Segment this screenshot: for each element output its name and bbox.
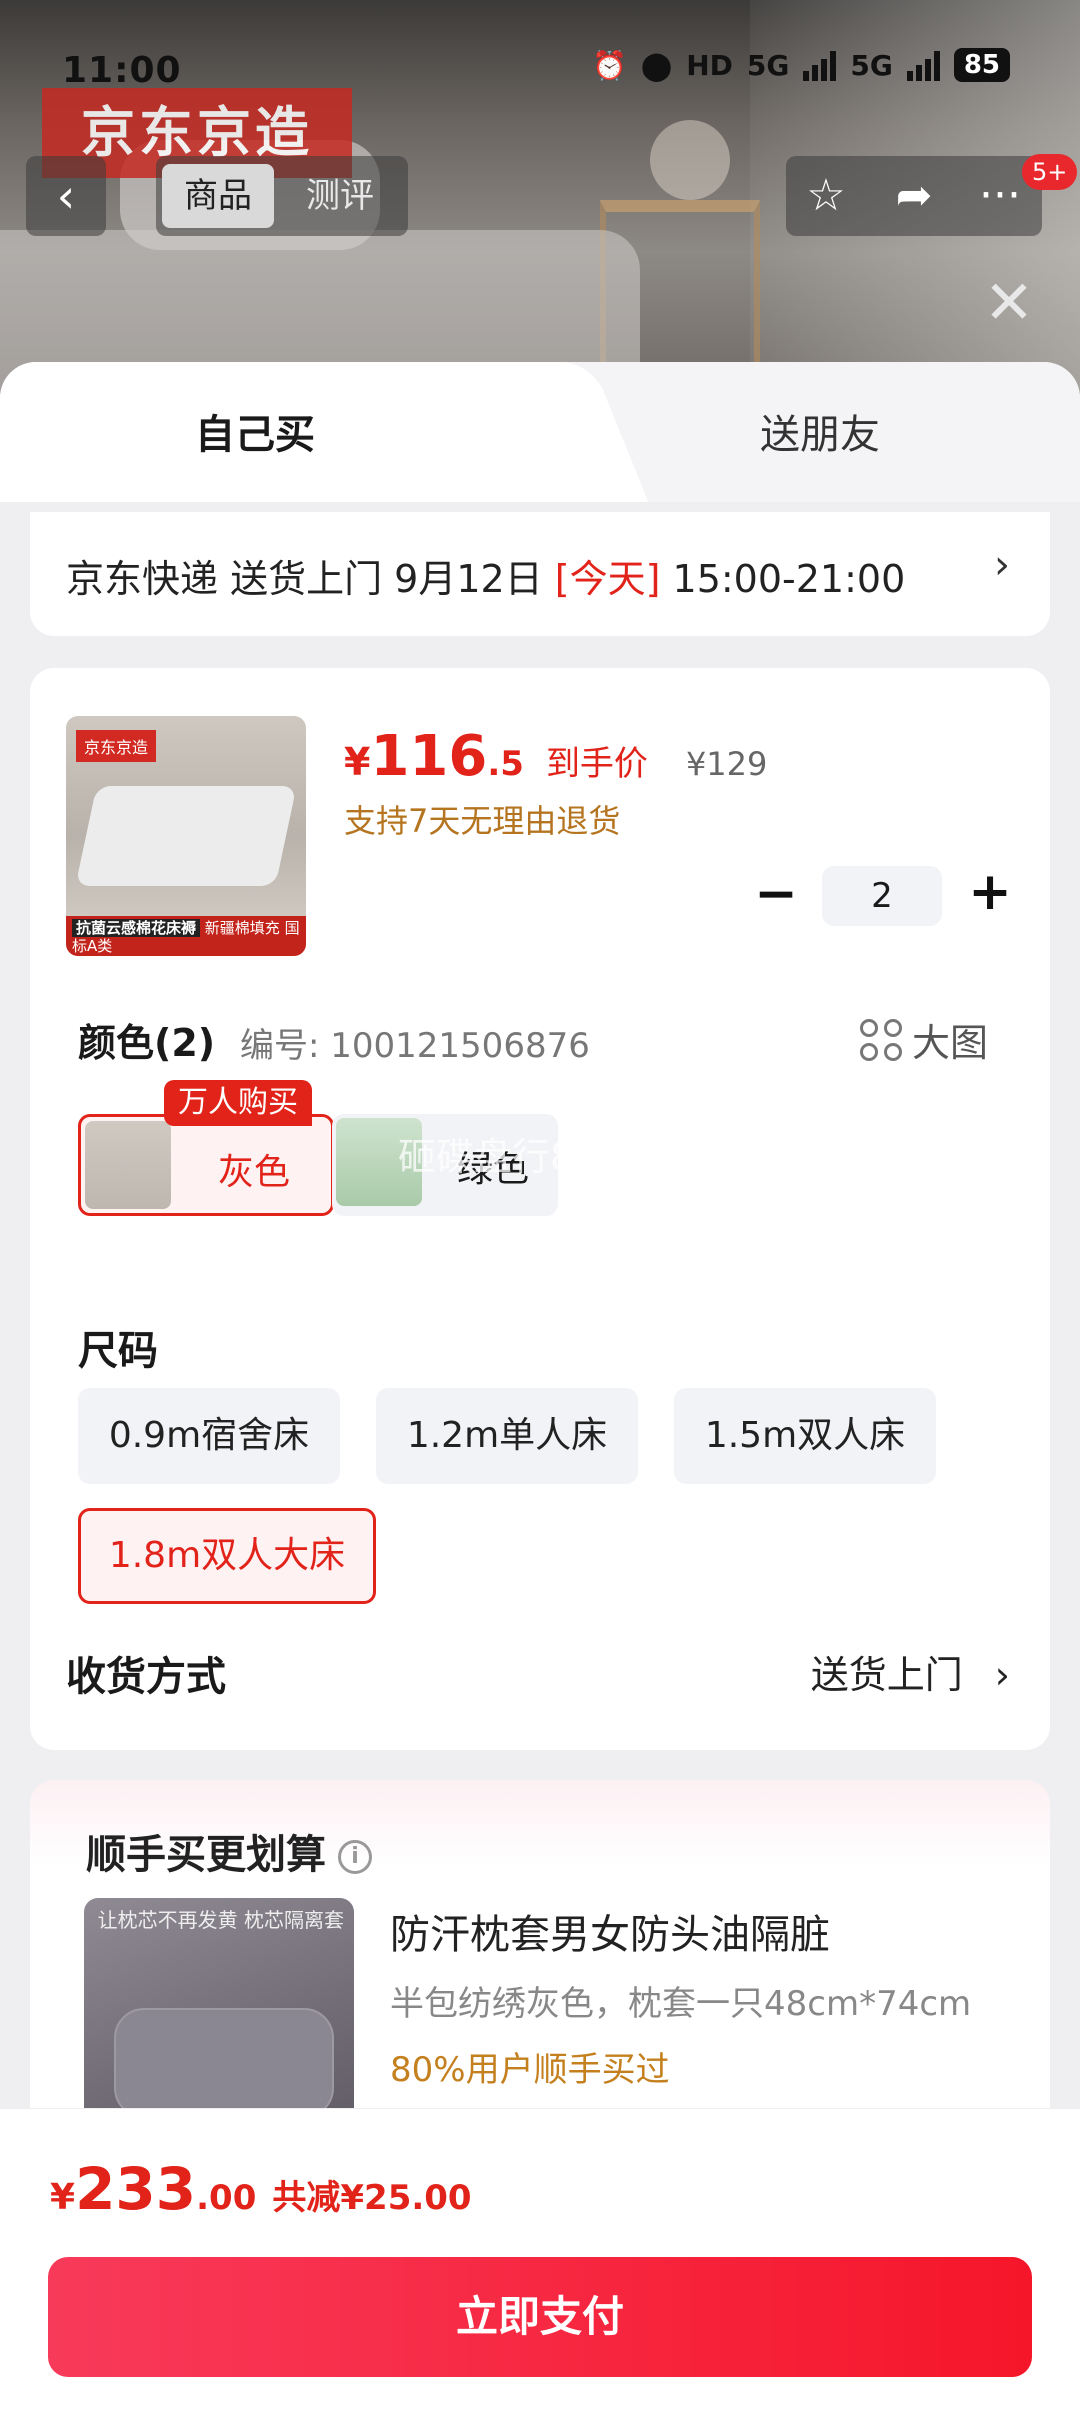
location-icon: ⬤ [640, 48, 673, 82]
back-button[interactable]: ‹ [26, 156, 106, 236]
battery-icon: 85 [953, 48, 1010, 82]
tab-review[interactable]: 测评 [284, 164, 396, 228]
product-thumbnail[interactable]: 京东京造 抗菌云感棉花床褥 新疆棉填充 国标A类 [66, 716, 306, 956]
size-option-1-5m[interactable]: 1.5m双人床 [674, 1388, 936, 1484]
tab-buy-self[interactable]: 自己买 [0, 362, 560, 502]
delivery-info-row[interactable]: 京东快递 送货上门 9月12日 [今天] 15:00-21:00 › [30, 512, 1050, 636]
lamp-graphic [650, 120, 730, 200]
popular-tag: 万人购买 [164, 1080, 312, 1126]
signal-icon [803, 49, 837, 81]
price-decimal: .5 [487, 744, 524, 784]
alarm-icon: ⏰ [591, 48, 627, 82]
info-icon[interactable]: i [338, 1840, 372, 1874]
star-icon[interactable]: ☆ [786, 156, 866, 236]
pillowcase-graphic [114, 2008, 334, 2118]
thumbnail-tag-left: 抗菌云感棉花床褥 [72, 919, 201, 937]
total-decimal: .00 [196, 2178, 257, 2218]
share-icon[interactable]: ➦ [874, 156, 954, 236]
color-section-title: 颜色(2) [78, 1021, 216, 1065]
bundle-product-name[interactable]: 防汗枕套男女防头油隔脏 [390, 1902, 830, 1960]
color-option-gray-label: 灰色 [217, 1152, 290, 1193]
watermark: 砸碟盘行88 [398, 1135, 599, 1179]
bundle-product-spec: 半包纺绣灰色，枕套一只48cm*74cm [390, 1984, 972, 2024]
color-option-gray[interactable]: 灰色 [78, 1114, 334, 1216]
total-integer: 233 [75, 2155, 197, 2223]
chevron-right-icon: › [994, 542, 1010, 588]
thumbnail-logo: 京东京造 [76, 730, 157, 762]
total-price-row: ¥ 233 .00 共减¥25.00 [50, 2155, 472, 2223]
tab-gift-friend[interactable]: 送朋友 [600, 402, 1040, 460]
size-option-0-9m[interactable]: 0.9m宿舍床 [78, 1388, 340, 1484]
thumbnail-tag: 抗菌云感棉花床褥 新疆棉填充 国标A类 [66, 916, 306, 956]
quantity-field[interactable]: 2 [822, 866, 942, 926]
status-icons: ⏰ ⬤ HD 5G 5G 85 [592, 48, 1010, 82]
size-option-1-8m[interactable]: 1.8m双人大床 [78, 1508, 376, 1604]
price-row: ¥ 116 .5 到手价 ¥129 [344, 724, 767, 789]
receive-method-value[interactable]: 送货上门 › [811, 1644, 1010, 1699]
size-option-1-2m[interactable]: 1.2m单人床 [376, 1388, 638, 1484]
quantity-increase-button[interactable]: + [960, 864, 1020, 924]
bundle-social-proof: 80%用户顺手买过 [390, 2050, 670, 2090]
bundle-image-caption: 让枕芯不再发黄 枕芯隔离套 [97, 1908, 344, 1932]
chevron-right-icon: › [994, 1653, 1010, 1697]
product-config-card: 京东京造 抗菌云感棉花床褥 新疆棉填充 国标A类 ¥ 116 .5 到手价 ¥1… [30, 668, 1050, 1750]
big-image-button[interactable]: 大图 [860, 1012, 988, 1067]
bundle-title-text: 顺手买更划算 [86, 1832, 326, 1878]
sku-number: 编号: 100121506876 [240, 1026, 590, 1066]
quantity-decrease-button[interactable]: − [746, 866, 806, 926]
purchase-mode-tabs: 自己买 送朋友 [0, 362, 1080, 502]
notification-badge: 5+ [1022, 154, 1078, 190]
checkout-footer: ¥ 233 .00 共减¥25.00 立即支付 [0, 2108, 1080, 2412]
total-savings: 共减¥25.00 [272, 2178, 472, 2218]
purchase-sheet: 自己买 送朋友 京东快递 送货上门 9月12日 [今天] 15:00-21:00… [0, 362, 1080, 2412]
status-time: 11:00 [62, 50, 182, 91]
total-currency: ¥ [50, 2177, 76, 2218]
price-currency: ¥ [344, 740, 371, 784]
tab-buy-self-label: 自己买 [195, 412, 315, 458]
hd-icon: HD [686, 48, 733, 82]
price-integer: 116 [370, 724, 488, 789]
chevron-left-icon: ‹ [56, 169, 76, 223]
receive-method-text: 送货上门 [810, 1653, 963, 1697]
delivery-text: 京东快递 送货上门 9月12日 [今天] 15:00-21:00 [66, 548, 905, 603]
close-icon[interactable]: ✕ [974, 268, 1044, 338]
delivery-window: 15:00-21:00 [660, 557, 906, 601]
color-option-gray-image [85, 1121, 171, 1209]
nav-actions: ☆ ➦ ··· [786, 156, 1042, 236]
original-price: ¥129 [685, 745, 768, 783]
return-policy: 支持7天无理由退货 [344, 802, 621, 840]
nav-tabs: 商品 测评 [156, 156, 408, 236]
network-label: 5G [746, 48, 790, 82]
grid-icon [860, 1018, 902, 1061]
price-label: 到手价 [545, 744, 648, 784]
tab-product[interactable]: 商品 [162, 164, 274, 228]
size-section-title: 尺码 [78, 1328, 158, 1374]
big-image-label: 大图 [912, 1021, 989, 1065]
delivery-date: 京东快递 送货上门 9月12日 [66, 557, 555, 601]
network-label-2: 5G [850, 48, 893, 82]
signal-icon-2 [906, 49, 940, 81]
bundle-title: 顺手买更划算 i [86, 1822, 372, 1880]
pay-now-button[interactable]: 立即支付 [48, 2257, 1032, 2377]
mattress-graphic [75, 786, 297, 886]
delivery-today: [今天] [554, 557, 661, 601]
receive-method-label: 收货方式 [66, 1654, 226, 1700]
